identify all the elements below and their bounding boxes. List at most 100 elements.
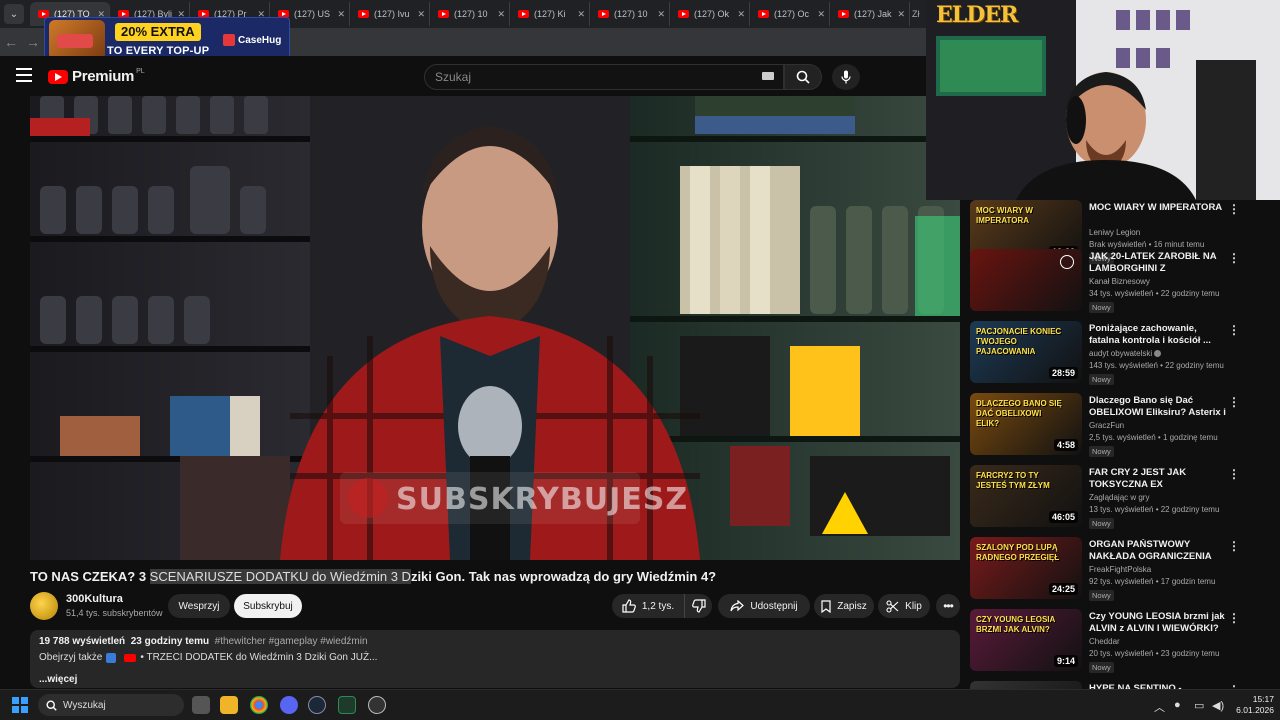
video-thumbnail[interactable]: SZALONY POD LUPĄ RADNEGO PRZEGIĘŁ 24:25 (970, 537, 1082, 599)
video-player[interactable]: SUBSKRYBUJESZ (30, 96, 960, 560)
dislike-button[interactable] (684, 594, 712, 618)
youtube-favicon-icon (518, 10, 529, 18)
windows-start-icon[interactable] (12, 697, 28, 713)
recommendation-item[interactable]: DLACZEGO BANO SIĘ DAĆ OBELIXOWI ELIK? 4:5… (970, 393, 1260, 459)
keyboard-icon[interactable] (762, 72, 774, 80)
channel-avatar[interactable] (30, 592, 58, 620)
recommendation-title: Dlaczego Bano się Dać OBELIXOWI Eliksiru… (1089, 395, 1226, 418)
close-icon[interactable]: ✕ (817, 9, 825, 20)
video-thumbnail[interactable]: PACJONACIE KONIEC TWOJEGO PAJACOWANIA 28:… (970, 321, 1082, 383)
volume-icon[interactable]: ◀) (1212, 699, 1224, 712)
discord-icon[interactable] (280, 696, 298, 714)
video-thumbnail[interactable]: CZY YOUNG LEOSIA BRZMI JAK ALVIN? 9:14 (970, 609, 1082, 671)
forward-arrow-icon[interactable]: → (22, 34, 44, 50)
close-icon[interactable]: ✕ (417, 9, 425, 20)
thumbnail-text: MOC WIARY W IMPERATORA (976, 206, 1033, 225)
support-button[interactable]: Wesprzyj (168, 594, 230, 618)
logo-word: Premium (72, 68, 135, 85)
xbox-app-icon[interactable] (338, 696, 356, 714)
recommendation-item[interactable]: PACJONACIE KONIEC TWOJEGO PAJACOWANIA 28:… (970, 321, 1260, 387)
recommendation-item[interactable]: SZALONY POD LUPĄ RADNEGO PRZEGIĘŁ 24:25 OR… (970, 537, 1260, 603)
share-button[interactable]: Udostępnij (718, 594, 810, 618)
back-arrow-icon[interactable]: ← (0, 34, 22, 50)
thumbnail-text: DLACZEGO BANO SIĘ DAĆ OBELIXOWI ELIK? (976, 399, 1062, 428)
network-icon[interactable]: ▭ (1194, 699, 1204, 712)
close-icon[interactable]: ✕ (577, 9, 585, 20)
youtube-small-icon (124, 653, 137, 662)
youtube-logo[interactable]: Premium PL (48, 68, 145, 85)
close-icon[interactable]: ✕ (337, 9, 345, 20)
more-vertical-icon[interactable]: ⋮ (1228, 251, 1240, 265)
more-vertical-icon[interactable]: ⋮ (1228, 611, 1240, 625)
recommendation-stats: 2,5 tys. wyświetleń • 1 godzinę temu (1089, 433, 1218, 442)
search-icon (46, 699, 57, 711)
browser-tab[interactable]: (127) Ki ✕ (510, 2, 590, 26)
tab-overflow[interactable]: Zł (912, 9, 920, 19)
thumbnail-text: CZY YOUNG LEOSIA BRZMI JAK ALVIN? (976, 615, 1055, 634)
browser-tab[interactable]: (127) Ivu ✕ (350, 2, 430, 26)
taskbar-search[interactable]: Wyszukaj (38, 694, 184, 716)
more-vertical-icon[interactable]: ⋮ (1228, 395, 1240, 409)
save-button[interactable]: Zapisz (814, 594, 874, 618)
clock-icon[interactable] (1060, 255, 1074, 269)
more-vertical-icon[interactable]: ⋮ (1228, 467, 1240, 481)
channel-name[interactable]: 300Kultura (66, 593, 123, 605)
video-thumbnail[interactable]: DLACZEGO BANO SIĘ DAĆ OBELIXOWI ELIK? 4:5… (970, 393, 1082, 455)
video-duration: 46:05 (1048, 511, 1078, 523)
ad-brand: CaseHug (223, 34, 281, 46)
clip-button[interactable]: Klip (878, 594, 930, 618)
youtube-favicon-icon (758, 10, 769, 18)
browser-tab[interactable]: (127) 10 ✕ (590, 2, 670, 26)
recommendation-stats: 13 tys. wyświetleń • 22 godziny temu (1089, 505, 1220, 514)
recommendation-item[interactable]: FARCRY2 TO TY JESTEŚ TYM ZŁYM 46:05 FAR CR… (970, 465, 1260, 531)
new-badge: Nowy (1089, 590, 1114, 601)
close-icon[interactable]: ✕ (497, 9, 505, 20)
new-badge: Nowy (1089, 446, 1114, 457)
more-horizontal-icon: ••• (943, 599, 954, 613)
close-icon[interactable]: ✕ (897, 9, 905, 20)
video-thumbnail[interactable] (970, 681, 1082, 689)
hashtags: #thewitcher #gameplay #wiedźmin (214, 636, 368, 647)
microphone-button[interactable] (832, 64, 860, 90)
recommendation-item[interactable]: JAK 20-LATEK ZAROBIŁ NA LAMBORGHINI Z MI… (970, 249, 1260, 315)
recommendation-item[interactable]: CZY YOUNG LEOSIA BRZMI JAK ALVIN? 9:14 Czy… (970, 609, 1260, 675)
recommendation-stats: 143 tys. wyświetleń • 22 godziny temu (1089, 361, 1224, 370)
search-button[interactable] (784, 64, 822, 90)
task-view-icon[interactable] (192, 696, 210, 714)
browser-tab[interactable]: (127) Oc ✕ (750, 2, 830, 26)
tray-chevron-icon[interactable]: ︿ (1154, 699, 1165, 715)
steam-icon[interactable] (308, 696, 326, 714)
obs-icon[interactable] (368, 696, 386, 714)
close-icon[interactable]: ✕ (737, 9, 745, 20)
recommendation-item[interactable]: HYPE NA SENTINO -⋮ (970, 681, 1260, 689)
show-more-link[interactable]: ...więcej (39, 674, 951, 685)
chrome-icon[interactable] (250, 696, 268, 714)
video-thumbnail[interactable]: FARCRY2 TO TY JESTEŚ TYM ZŁYM 46:05 (970, 465, 1082, 527)
like-button[interactable]: 1,2 tys. (612, 594, 684, 618)
tab-label: (127) Ki (534, 9, 566, 19)
youtube-favicon-icon (838, 10, 849, 18)
subscribe-button[interactable]: Subskrybuj (234, 594, 302, 618)
like-count: 1,2 tys. (641, 600, 675, 612)
tab-search-button[interactable]: ⌄ (4, 4, 24, 24)
youtube-header: Premium PL Szukaj (0, 56, 930, 96)
search-input[interactable]: Szukaj (424, 64, 784, 90)
description-link[interactable]: • TRZECI DODATEK do Wiedźmin 3 Dziki Gon… (140, 652, 377, 663)
browser-tab[interactable]: (127) Ok ✕ (670, 2, 750, 26)
recommendation-channel: Cheddar (1089, 637, 1120, 646)
menu-icon[interactable] (16, 68, 32, 82)
more-vertical-icon[interactable]: ⋮ (1228, 539, 1240, 553)
browser-tab[interactable]: (127) Jak ✕ (830, 2, 910, 26)
close-icon[interactable]: ✕ (657, 9, 665, 20)
file-explorer-icon[interactable] (220, 696, 238, 714)
microphone-icon (841, 70, 851, 84)
more-vertical-icon[interactable]: ⋮ (1228, 202, 1240, 216)
more-vertical-icon[interactable]: ⋮ (1228, 323, 1240, 337)
ad-banner[interactable]: 20% EXTRA TO EVERY TOP-UP CaseHug (44, 17, 290, 61)
recommendation-title: Czy YOUNG LEOSIA brzmi jak ALVIN z ALVIN… (1089, 611, 1225, 634)
microphone-tray-icon[interactable]: ● (1174, 699, 1181, 711)
video-description[interactable]: 19 788 wyświetleń 23 godziny temu #thewi… (30, 630, 960, 688)
browser-tab[interactable]: (127) 10 ✕ (430, 2, 510, 26)
more-actions-button[interactable]: ••• (936, 594, 960, 618)
clock[interactable]: 15:17 6.01.2026 (1230, 694, 1274, 716)
